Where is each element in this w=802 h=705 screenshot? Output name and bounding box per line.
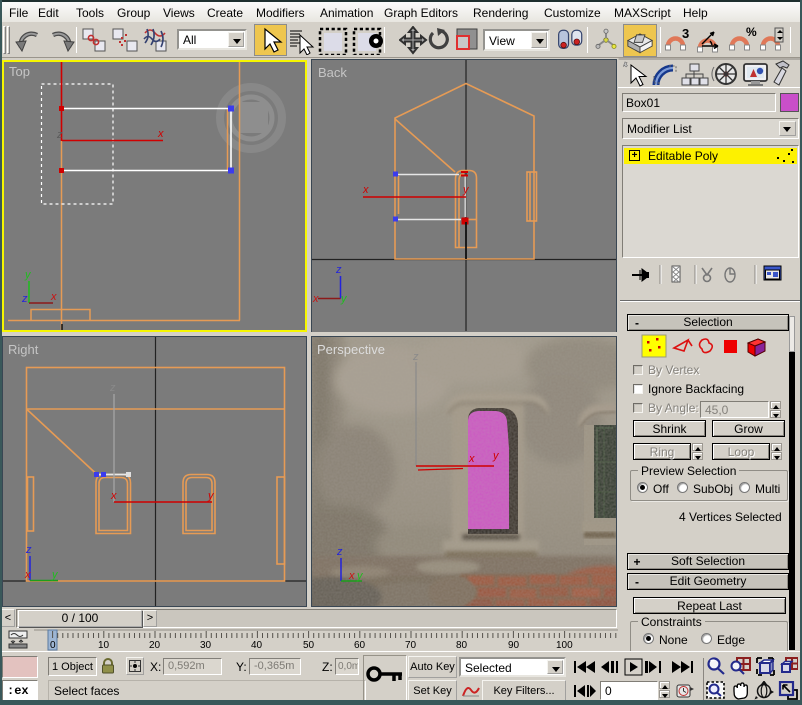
- svg-text:50: 50: [303, 640, 315, 651]
- svg-text:60: 60: [354, 640, 366, 651]
- svg-text:y: y: [462, 184, 470, 196]
- svg-text:x: x: [468, 453, 475, 465]
- svg-text:x: x: [110, 490, 117, 502]
- svg-text:x: x: [50, 291, 57, 303]
- svg-text:x: x: [312, 293, 319, 305]
- svg-text:10: 10: [98, 640, 110, 651]
- svg-text:y: y: [340, 293, 348, 305]
- svg-text:x: x: [24, 569, 31, 581]
- svg-text:z: z: [412, 351, 419, 363]
- svg-text:x: x: [348, 570, 355, 582]
- svg-text:80: 80: [456, 640, 468, 651]
- svg-text:90: 90: [508, 640, 520, 651]
- svg-text:z: z: [25, 544, 32, 556]
- svg-text:40: 40: [251, 640, 263, 651]
- svg-text:Top: Top: [9, 64, 30, 79]
- svg-text:3: 3: [682, 26, 689, 41]
- svg-text:Back: Back: [318, 65, 347, 80]
- svg-text:%: %: [746, 26, 757, 39]
- svg-text:x: x: [362, 184, 369, 196]
- svg-text:Perspective: Perspective: [317, 342, 385, 357]
- svg-text:z: z: [335, 264, 342, 276]
- svg-text:0: 0: [50, 640, 56, 651]
- svg-text:z: z: [56, 129, 63, 141]
- svg-text:70: 70: [405, 640, 417, 651]
- svg-text:y: y: [51, 569, 59, 581]
- svg-text:Right: Right: [8, 342, 39, 357]
- svg-text:z: z: [336, 546, 343, 558]
- svg-text:y: y: [24, 269, 32, 281]
- svg-text:100: 100: [556, 640, 573, 651]
- svg-text:30: 30: [200, 640, 212, 651]
- svg-text:z: z: [109, 382, 116, 394]
- svg-text:z: z: [21, 293, 28, 305]
- svg-text:y: y: [207, 490, 215, 502]
- svg-text:x: x: [157, 128, 164, 140]
- svg-text:20: 20: [149, 640, 161, 651]
